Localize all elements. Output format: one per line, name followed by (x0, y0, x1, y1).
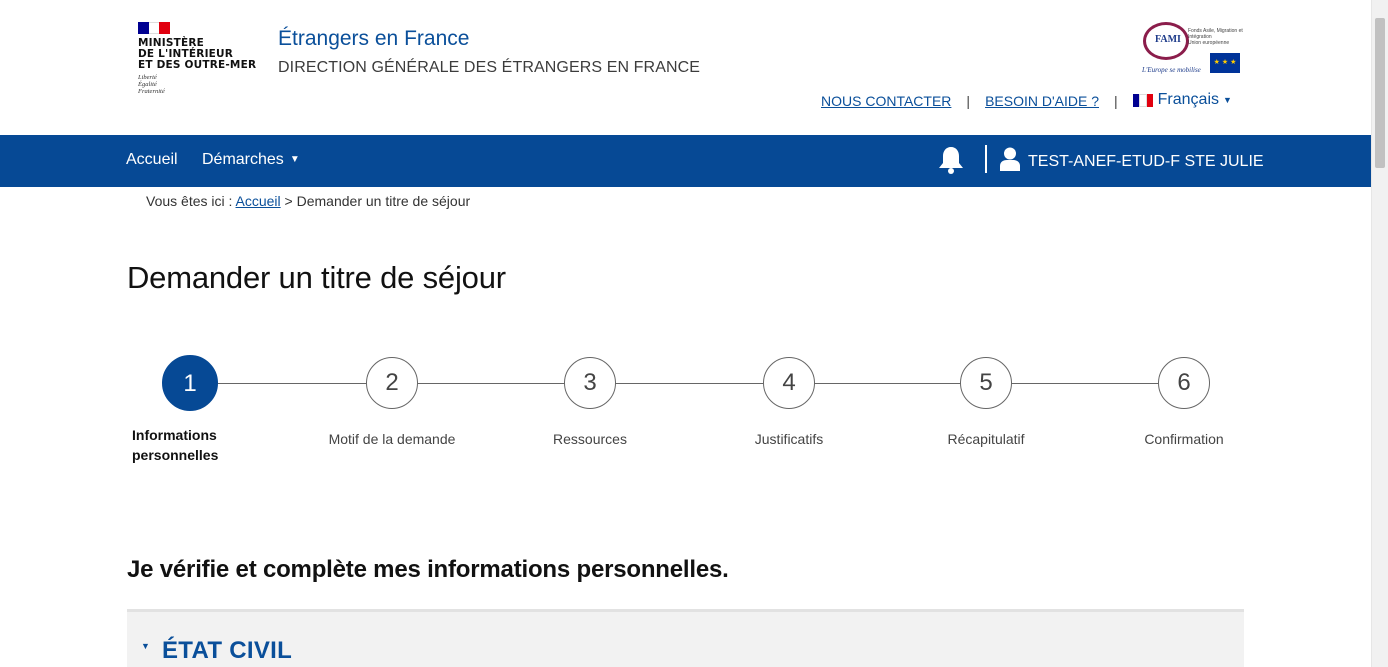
site-subtitle: DIRECTION GÉNÉRALE DES ÉTRANGERS EN FRAN… (278, 59, 701, 76)
section-intro: Je vérifie et complète mes informations … (127, 556, 729, 583)
step-4: 4 Justificatifs (709, 355, 869, 449)
fami-slogan: L'Europe se mobilise (1142, 66, 1201, 74)
caret-down-icon: ▼ (1223, 95, 1232, 105)
step-label: Justificatifs (754, 431, 824, 447)
step-3: 3 Ressources (510, 355, 670, 449)
separator: | (1114, 93, 1118, 109)
site-title[interactable]: Étrangers en France (278, 27, 469, 51)
page-title: Demander un titre de séjour (127, 260, 506, 295)
step-number: 3 (564, 357, 616, 409)
fami-caption: Fonds Asile, Migration et Intégration Un… (1188, 28, 1243, 46)
site-header: MINISTÈRE DE L'INTÉRIEUR ET DES OUTRE-ME… (0, 0, 1371, 135)
step-6: 6 Confirmation (1104, 355, 1264, 449)
step-label: Motif de la demande (328, 431, 456, 447)
main-navbar: Accueil Démarches ▼ TEST-ANEF-ETUD-F STE … (0, 135, 1371, 187)
ministry-name: MINISTÈRE DE L'INTÉRIEUR ET DES OUTRE-ME… (138, 37, 257, 71)
french-flag-icon (1132, 93, 1153, 107)
marianne-flag-icon (138, 22, 171, 34)
caret-down-icon: ▼ (141, 641, 150, 651)
step-number: 1 (162, 355, 218, 411)
step-2: 2 Motif de la demande (312, 355, 472, 449)
breadcrumb-current: > Demander un titre de séjour (284, 193, 471, 209)
fami-label: FAMI (1155, 34, 1181, 45)
nav-procedures[interactable]: Démarches ▼ (202, 151, 300, 169)
breadcrumb: Vous êtes ici : Accueil > Demander un ti… (146, 193, 470, 209)
accordion-etat-civil[interactable]: ▼ ÉTAT CIVIL (127, 609, 1244, 667)
step-number: 5 (960, 357, 1012, 409)
step-number: 4 (763, 357, 815, 409)
breadcrumb-home-link[interactable]: Accueil (236, 193, 281, 209)
scrollbar-thumb[interactable] (1375, 18, 1385, 168)
page-scrollbar[interactable] (1371, 0, 1388, 667)
help-link[interactable]: BESOIN D'AIDE ? (985, 93, 1099, 109)
step-label: Ressources (553, 431, 627, 447)
user-name[interactable]: TEST-ANEF-ETUD-F STE JULIE (1028, 153, 1264, 171)
accordion-title[interactable]: ÉTAT CIVIL (162, 637, 292, 665)
step-label: Récapitulatif (947, 431, 1025, 447)
nav-home[interactable]: Accueil (126, 151, 178, 169)
step-1: 1 Informations personnelles (110, 355, 270, 465)
caret-down-icon: ▼ (289, 154, 300, 165)
step-5: 5 Récapitulatif (906, 355, 1066, 449)
step-label: Confirmation (1144, 431, 1224, 447)
step-label: Informations personnelles (132, 427, 219, 463)
top-links: NOUS CONTACTER | BESOIN D'AIDE ? | Franç… (821, 91, 1232, 109)
step-number: 2 (366, 357, 418, 409)
step-number: 6 (1158, 357, 1210, 409)
language-label: Français (1157, 91, 1219, 108)
republic-motto: Liberté Égalité Fraternité (138, 74, 165, 95)
bell-icon[interactable] (937, 145, 965, 175)
language-selector[interactable]: Français ▼ (1132, 91, 1232, 109)
ministry-logo[interactable]: MINISTÈRE DE L'INTÉRIEUR ET DES OUTRE-ME… (138, 22, 258, 95)
user-icon[interactable] (999, 147, 1021, 171)
breadcrumb-prefix: Vous êtes ici : (146, 193, 233, 209)
contact-link[interactable]: NOUS CONTACTER (821, 93, 951, 109)
separator: | (966, 93, 971, 109)
fami-logo: FAMI Fonds Asile, Migration et Intégrati… (1140, 22, 1243, 76)
nav-divider (985, 145, 987, 173)
eu-flag-icon: ★ ★ ★ (1210, 53, 1240, 73)
progress-stepper: 1 Informations personnelles 2 Motif de l… (127, 355, 1247, 475)
nav-procedures-label: Démarches (202, 151, 284, 168)
